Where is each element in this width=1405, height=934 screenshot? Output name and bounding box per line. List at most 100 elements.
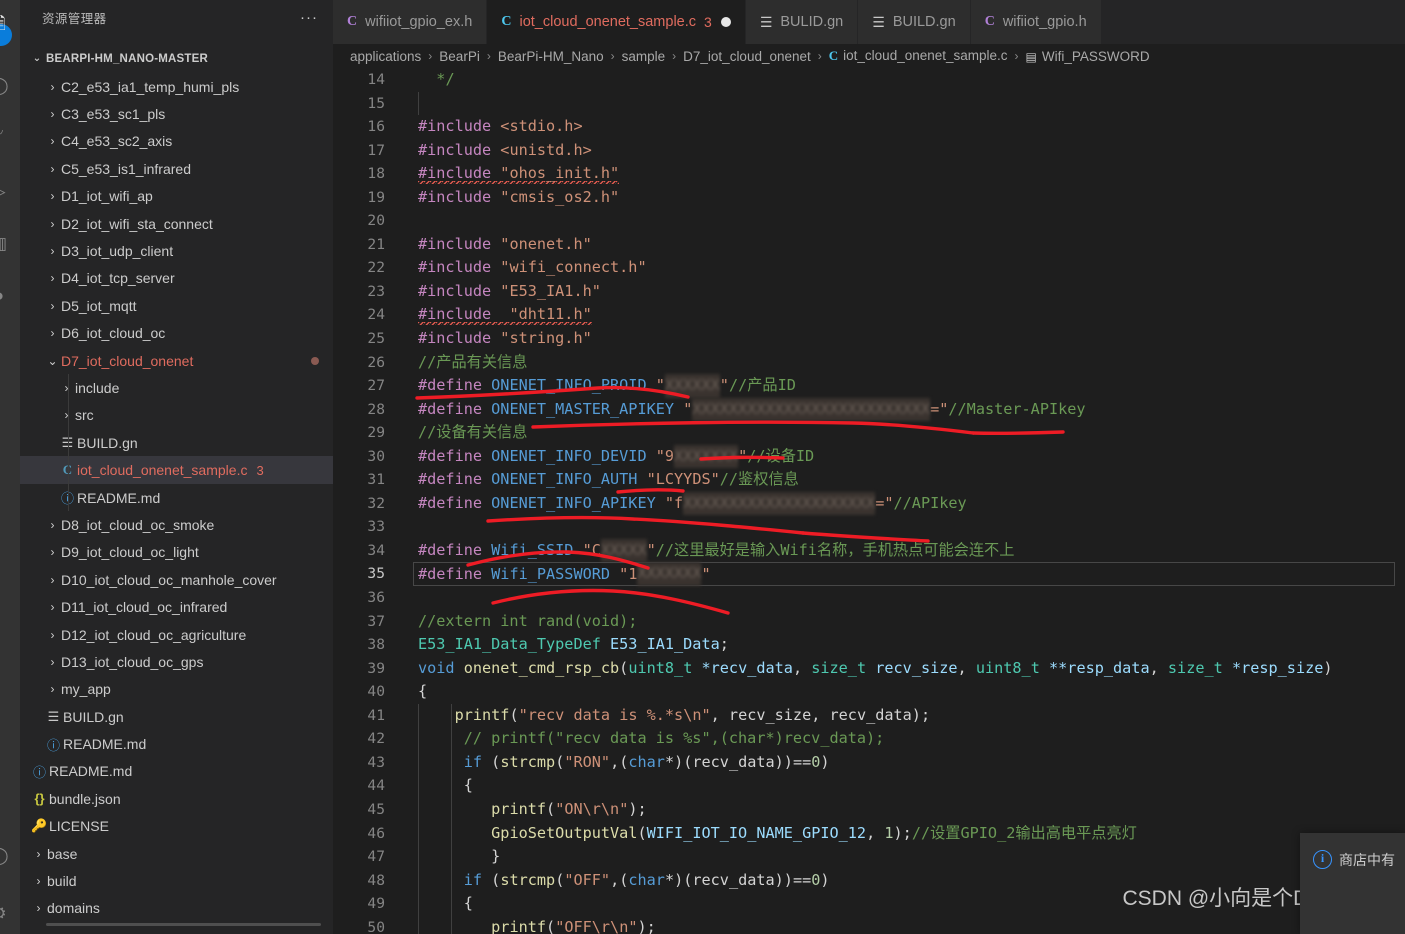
breadcrumb-item[interactable]: Ciot_cloud_onenet_sample.c — [829, 48, 1008, 64]
code-editor-content[interactable]: 14*/1516#include <stdio.h>17#include <un… — [333, 68, 1405, 934]
tree-item[interactable]: ☰BUILD.gn — [20, 429, 333, 456]
chevron-right-icon[interactable]: › — [44, 244, 61, 258]
settings-gear-icon[interactable]: ⚙ — [0, 898, 14, 928]
code-line[interactable]: 31#define ONENET_INFO_AUTH "LCYYDS"//鉴权信… — [333, 468, 1405, 492]
tree-item[interactable]: ›D1_iot_wifi_ap — [20, 183, 333, 210]
chevron-right-icon[interactable]: › — [58, 381, 75, 395]
code-line[interactable]: 20 — [333, 209, 1405, 233]
chevron-right-icon[interactable]: › — [44, 299, 61, 313]
chevron-right-icon[interactable]: › — [44, 600, 61, 614]
tree-item[interactable]: ☰BUILD.gn — [20, 703, 333, 730]
editor-tab[interactable]: Cwifiiot_gpio.h — [971, 0, 1102, 44]
tree-item[interactable]: ›D2_iot_wifi_sta_connect — [20, 210, 333, 237]
account-icon[interactable]: ◯ — [0, 840, 14, 870]
tree-item[interactable]: ⌄D7_iot_cloud_onenet — [20, 347, 333, 374]
code-line[interactable]: 33 — [333, 515, 1405, 539]
tree-item[interactable]: ›build — [20, 867, 333, 894]
tree-item[interactable]: ›D5_iot_mqtt — [20, 292, 333, 319]
tree-item[interactable]: ›D13_iot_cloud_oc_gps — [20, 648, 333, 675]
code-line[interactable]: 25#include "string.h" — [333, 327, 1405, 351]
tree-item[interactable]: ›D6_iot_cloud_oc — [20, 320, 333, 347]
chevron-right-icon[interactable]: › — [44, 628, 61, 642]
code-line[interactable]: 35#define Wifi_PASSWORD "1XXXXXXX" — [333, 562, 1405, 586]
code-line[interactable]: 28#define ONENET_MASTER_APIKEY "XXXXXXXX… — [333, 398, 1405, 422]
code-line[interactable]: 47 } — [333, 845, 1405, 869]
tree-item[interactable]: ›C5_e53_is1_infrared — [20, 155, 333, 182]
chevron-right-icon[interactable]: › — [44, 682, 61, 696]
file-tree[interactable]: ›C2_e53_ia1_temp_humi_pls›C3_e53_sc1_pls… — [20, 73, 333, 918]
notification-toast[interactable]: i 商店中有 — [1300, 833, 1405, 934]
tree-item[interactable]: 🔑LICENSE — [20, 813, 333, 840]
code-line[interactable]: 19#include "cmsis_os2.h" — [333, 186, 1405, 210]
code-line[interactable]: 27#define ONENET_INFO_PROID "XXXXXX"//产品… — [333, 374, 1405, 398]
breadcrumb-item[interactable]: BearPi-HM_Nano — [498, 49, 604, 64]
breadcrumb-item[interactable]: sample — [622, 49, 666, 64]
editor-tab[interactable]: ☰BULID.gn — [746, 0, 858, 44]
code-line[interactable]: 15 — [333, 92, 1405, 116]
tree-item[interactable]: ›D8_iot_cloud_oc_smoke — [20, 511, 333, 538]
chevron-right-icon[interactable]: › — [44, 162, 61, 176]
chevron-right-icon[interactable]: › — [44, 326, 61, 340]
chevron-right-icon[interactable]: › — [58, 408, 75, 422]
chevron-right-icon[interactable]: › — [30, 874, 47, 888]
code-line[interactable]: 22#include "wifi_connect.h" — [333, 256, 1405, 280]
code-line[interactable]: 32#define ONENET_INFO_APIKEY "fXXXXXXXXX… — [333, 492, 1405, 516]
code-line[interactable]: 29//设备有关信息 — [333, 421, 1405, 445]
tree-item[interactable]: ›my_app — [20, 676, 333, 703]
editor-tab[interactable]: ☰BUILD.gn — [858, 0, 970, 44]
code-line[interactable]: 34#define Wifi_SSID "CXXXXX"//这里最好是输入Wif… — [333, 539, 1405, 563]
tree-item[interactable]: ›D12_iot_cloud_oc_agriculture — [20, 621, 333, 648]
code-line[interactable]: 39void onenet_cmd_rsp_cb(uint8_t *recv_d… — [333, 657, 1405, 681]
extensions-icon[interactable]: ▥ — [0, 228, 14, 258]
chevron-right-icon[interactable]: › — [44, 573, 61, 587]
breadcrumb-item[interactable]: applications — [350, 49, 421, 64]
code-line[interactable]: 36 — [333, 586, 1405, 610]
chevron-right-icon[interactable]: › — [30, 901, 47, 915]
chevron-right-icon[interactable]: › — [44, 518, 61, 532]
code-line[interactable]: 17#include <unistd.h> — [333, 139, 1405, 163]
tree-item[interactable]: ⓘREADME.md — [20, 484, 333, 511]
chevron-right-icon[interactable]: › — [44, 134, 61, 148]
tree-item[interactable]: ›C2_e53_ia1_temp_humi_pls — [20, 73, 333, 100]
tree-item[interactable]: ›D4_iot_tcp_server — [20, 265, 333, 292]
chevron-right-icon[interactable]: › — [44, 545, 61, 559]
tree-item[interactable]: ›D3_iot_udp_client — [20, 237, 333, 264]
code-line[interactable]: 21#include "onenet.h" — [333, 233, 1405, 257]
explorer-icon[interactable]: 🗎 — [0, 8, 14, 38]
code-line[interactable]: 26//产品有关信息 — [333, 351, 1405, 375]
code-line[interactable]: 42 // printf("recv data is %s",(char*)re… — [333, 727, 1405, 751]
chevron-down-icon[interactable]: ⌄ — [44, 354, 61, 368]
sidebar-horizontal-scrollbar[interactable] — [46, 923, 321, 926]
tree-item[interactable]: ›C4_e53_sc2_axis — [20, 128, 333, 155]
sidebar-more-actions-icon[interactable]: ··· — [299, 9, 319, 27]
tree-item[interactable]: ⓘREADME.md — [20, 730, 333, 757]
code-line[interactable]: 44 { — [333, 774, 1405, 798]
code-line[interactable]: 46 GpioSetOutputVal(WIFI_IOT_IO_NAME_GPI… — [333, 822, 1405, 846]
tree-item[interactable]: ›src — [20, 402, 333, 429]
tree-item[interactable]: ⓘREADME.md — [20, 758, 333, 785]
breadcrumb-item[interactable]: ▤Wifi_PASSWORD — [1026, 49, 1150, 64]
unsaved-dot-icon[interactable] — [721, 17, 731, 27]
code-line[interactable]: 18#include "ohos_init.h" — [333, 162, 1405, 186]
search-icon[interactable]: ◯ — [0, 70, 14, 100]
tree-item[interactable]: {}bundle.json — [20, 785, 333, 812]
breadcrumb[interactable]: applications›BearPi›BearPi-HM_Nano›sampl… — [333, 44, 1405, 68]
source-control-icon[interactable]: ᛘ — [0, 122, 14, 152]
tree-item[interactable]: ›C3_e53_sc1_pls — [20, 100, 333, 127]
code-line[interactable]: 24#include "dht11.h" — [333, 303, 1405, 327]
code-line[interactable]: 30#define ONENET_INFO_DEVID "9XXXXXXX"//… — [333, 445, 1405, 469]
workspace-root-row[interactable]: ⌄ BEARPI-HM_NANO-MASTER — [20, 47, 333, 70]
tree-item[interactable]: Ciot_cloud_onenet_sample.c3 — [20, 456, 333, 483]
tree-item[interactable]: ›domains — [20, 895, 333, 918]
editor-tab[interactable]: Ciot_cloud_onenet_sample.c3 — [487, 0, 745, 44]
chevron-right-icon[interactable]: › — [44, 655, 61, 669]
editor-tab[interactable]: Cwifiiot_gpio_ex.h — [333, 0, 487, 44]
tree-item[interactable]: ›D10_iot_cloud_oc_manhole_cover — [20, 566, 333, 593]
code-line[interactable]: 37//extern int rand(void); — [333, 610, 1405, 634]
code-line[interactable]: 41 printf("recv data is %.*s\n", recv_si… — [333, 704, 1405, 728]
code-line[interactable]: 50 printf("OFF\r\n"); — [333, 916, 1405, 934]
breadcrumb-item[interactable]: BearPi — [439, 49, 480, 64]
tree-item[interactable]: ›D11_iot_cloud_oc_infrared — [20, 593, 333, 620]
code-line[interactable]: 14*/ — [333, 68, 1405, 92]
tree-item[interactable]: ›base — [20, 840, 333, 867]
